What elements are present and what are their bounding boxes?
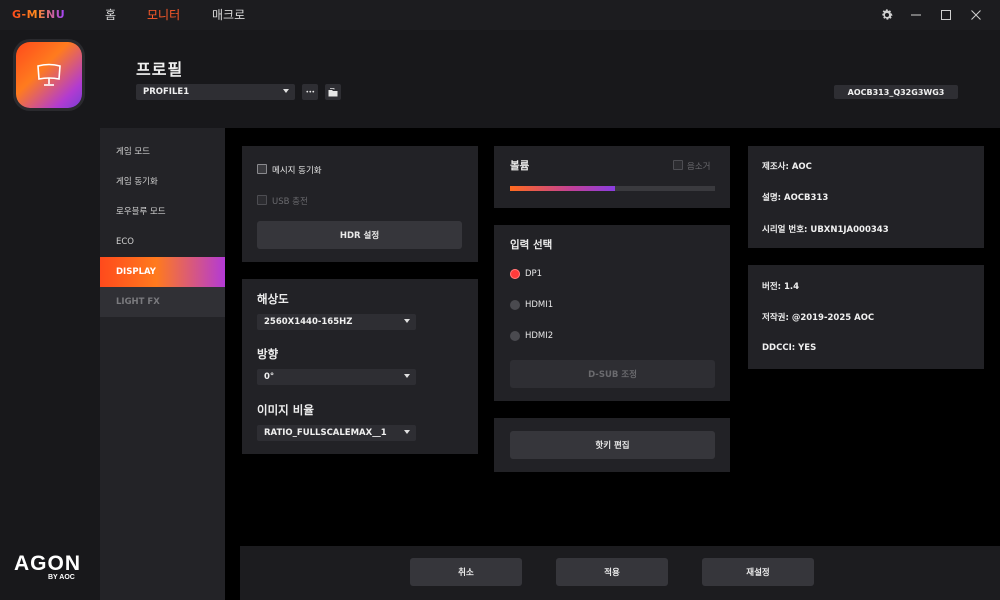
- input-hdmi1-label: HDMI1: [525, 300, 554, 310]
- mute-label: 음소거: [687, 162, 711, 172]
- message-sync-checkbox[interactable]: [257, 164, 267, 174]
- volume-slider[interactable]: [510, 186, 715, 191]
- sidebar-item-label: ECO: [116, 237, 134, 247]
- monitor-model-badge: AOCB313_Q32G3WG3: [834, 85, 958, 99]
- usb-charge-checkbox[interactable]: [257, 195, 267, 205]
- usb-charge-label: USB 충전: [272, 197, 308, 207]
- left-rail: [0, 30, 100, 600]
- aspect-ratio-select[interactable]: RATIO_FULLSCALEMAX__1: [257, 425, 416, 441]
- hotkey-edit-button[interactable]: 핫키 편집: [510, 431, 715, 459]
- mute-checkbox[interactable]: [673, 160, 683, 170]
- gear-icon[interactable]: [877, 5, 897, 25]
- tab-macro[interactable]: 매크로: [212, 6, 245, 23]
- description-text: 설명: AOCB313: [762, 193, 829, 203]
- sidebar-menu: 게임 모드 게임 동기화 로우블루 모드 ECO DISPLAY LIGHT F…: [100, 128, 225, 600]
- page-title: 프로필: [136, 60, 184, 79]
- profile-header: [100, 30, 1000, 128]
- input-dp1-label: DP1: [525, 269, 543, 279]
- maximize-icon[interactable]: [936, 5, 956, 25]
- aspect-ratio-select-value: RATIO_FULLSCALEMAX__1: [264, 428, 387, 438]
- sidebar-item-game-sync[interactable]: 게임 동기화: [100, 166, 225, 196]
- apply-button[interactable]: 적용: [556, 558, 668, 586]
- sidebar-item-eco[interactable]: ECO: [100, 227, 225, 257]
- dsub-adjust-button[interactable]: D-SUB 조정: [510, 360, 715, 388]
- version-text: 버전: 1.4: [762, 282, 800, 292]
- orientation-select-value: 0°: [264, 372, 275, 382]
- chevron-down-icon: [404, 319, 410, 323]
- agon-logo: AGON: [14, 552, 81, 575]
- aspect-ratio-label: 이미지 비율: [257, 403, 314, 417]
- resolution-select[interactable]: 2560X1440-165HZ: [257, 314, 416, 330]
- ddcci-text: DDCCI: YES: [762, 343, 817, 353]
- tab-home[interactable]: 홈: [105, 6, 116, 23]
- input-dp1-radio[interactable]: [510, 269, 520, 279]
- chevron-down-icon: [283, 89, 289, 93]
- sidebar-item-label: 게임 동기화: [116, 177, 158, 187]
- input-hdmi2-radio[interactable]: [510, 331, 520, 341]
- reset-button[interactable]: 재설정: [702, 558, 814, 586]
- volume-label: 볼륨: [510, 160, 530, 172]
- monitor-icon: [16, 42, 82, 108]
- sidebar-item-display[interactable]: DISPLAY: [100, 257, 225, 287]
- more-icon: •••: [305, 88, 315, 96]
- input-select-title: 입력 선택: [510, 239, 553, 251]
- input-hdmi1-radio[interactable]: [510, 300, 520, 310]
- folder-icon: [328, 87, 338, 96]
- message-sync-label: 메시지 동기화: [272, 166, 322, 176]
- by-aoc-logo: BY AOC: [48, 574, 75, 581]
- serial-number-text: 시리얼 번호: UBXN1JA000343: [762, 225, 889, 235]
- tab-monitor[interactable]: 모니터: [147, 6, 180, 23]
- input-hdmi2-label: HDMI2: [525, 331, 554, 341]
- profile-select-value: PROFILE1: [143, 87, 190, 97]
- orientation-select[interactable]: 0°: [257, 369, 416, 385]
- sidebar-item-light-fx[interactable]: LIGHT FX: [100, 287, 225, 317]
- orientation-label: 방향: [257, 347, 279, 361]
- profile-select[interactable]: PROFILE1: [136, 84, 295, 100]
- sidebar-item-label: 게임 모드: [116, 147, 150, 157]
- chevron-down-icon: [404, 430, 410, 434]
- minimize-icon[interactable]: [906, 5, 926, 25]
- sidebar-item-game-mode[interactable]: 게임 모드: [100, 136, 225, 166]
- profile-folder-button[interactable]: [325, 84, 341, 100]
- title-bar: G-MENU 홈 모니터 매크로: [0, 0, 1000, 30]
- volume-slider-fill: [510, 186, 615, 191]
- sidebar-item-label: DISPLAY: [116, 267, 156, 277]
- profile-more-button[interactable]: •••: [302, 84, 318, 100]
- manufacturer-text: 제조사: AOC: [762, 162, 812, 172]
- copyright-text: 저작권: @2019-2025 AOC: [762, 313, 875, 323]
- app-brand: G-MENU: [12, 8, 66, 21]
- resolution-select-value: 2560X1440-165HZ: [264, 317, 353, 327]
- chevron-down-icon: [404, 374, 410, 378]
- volume-panel: [494, 146, 730, 208]
- sidebar-item-label: LIGHT FX: [116, 297, 160, 307]
- cancel-button[interactable]: 취소: [410, 558, 522, 586]
- close-icon[interactable]: [966, 5, 986, 25]
- hdr-settings-button[interactable]: HDR 설정: [257, 221, 462, 249]
- resolution-label: 해상도: [257, 292, 289, 306]
- sidebar-item-label: 로우블루 모드: [116, 207, 166, 217]
- sidebar-item-low-blue[interactable]: 로우블루 모드: [100, 196, 225, 226]
